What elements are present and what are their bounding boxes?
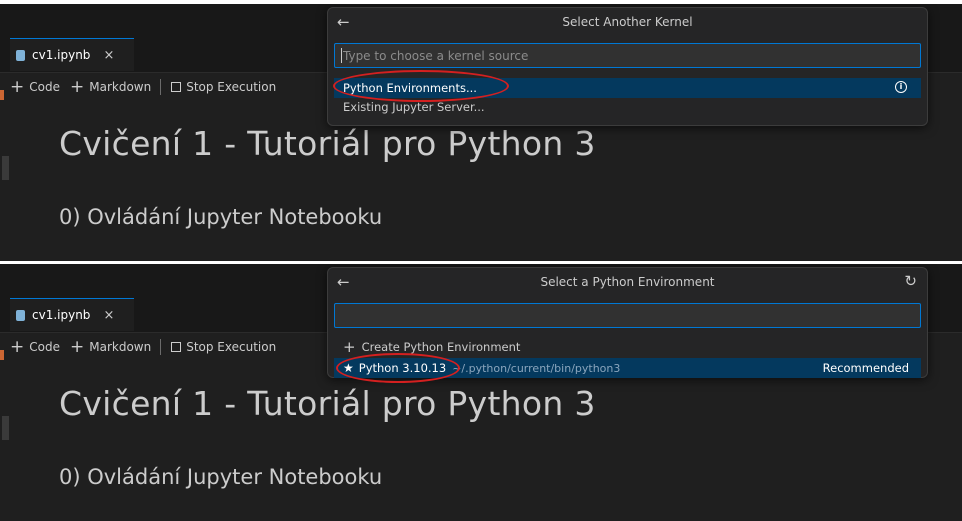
- notebook-subheading: 0) Ovládání Jupyter Notebooku: [59, 205, 383, 229]
- notebook-file-icon: [16, 309, 25, 321]
- star-icon: ★: [343, 361, 354, 375]
- notebook-toolbar: + Code + Markdown Stop Execution: [0, 72, 330, 102]
- tab-cv1-ipynb[interactable]: cv1.ipynb ×: [10, 298, 134, 331]
- stop-execution-button[interactable]: Stop Execution: [171, 340, 276, 354]
- stop-execution-button[interactable]: Stop Execution: [171, 80, 276, 94]
- notebook-heading: Cvičení 1 - Tutoriál pro Python 3: [59, 384, 596, 423]
- create-python-environment-item[interactable]: + Create Python Environment: [334, 337, 921, 357]
- plus-icon: +: [343, 337, 356, 356]
- notebook-file-icon: [16, 49, 25, 61]
- python-environments-label: Python Environments...: [343, 81, 477, 95]
- existing-jupyter-server-label: Existing Jupyter Server...: [343, 100, 485, 114]
- kernel-quick-pick: Select Another Kernel ← Python Environme…: [327, 7, 928, 126]
- back-arrow-icon[interactable]: ←: [337, 13, 350, 31]
- kernel-source-input[interactable]: [334, 43, 921, 68]
- tab-label: cv1.ipynb: [32, 48, 91, 62]
- add-markdown-label: Markdown: [89, 340, 152, 354]
- add-markdown-label: Markdown: [89, 80, 152, 94]
- plus-icon: +: [10, 76, 25, 97]
- stop-icon: [171, 342, 182, 352]
- cell-gutter-marker: [2, 156, 9, 180]
- close-icon[interactable]: ×: [103, 308, 114, 323]
- tab-label: cv1.ipynb: [32, 308, 91, 322]
- stop-execution-label: Stop Execution: [186, 340, 277, 354]
- close-icon[interactable]: ×: [103, 48, 114, 63]
- tab-cv1-ipynb[interactable]: cv1.ipynb ×: [10, 38, 134, 71]
- add-markdown-button[interactable]: + Markdown: [69, 336, 152, 357]
- notebook-heading: Cvičení 1 - Tutoriál pro Python 3: [59, 124, 596, 163]
- quick-pick-title: Select a Python Environment: [540, 275, 715, 289]
- add-code-button[interactable]: + Code: [10, 76, 60, 97]
- plus-icon: +: [69, 336, 85, 357]
- stop-icon: [171, 82, 182, 92]
- python-environments-item[interactable]: Python Environments... i: [334, 78, 921, 98]
- info-icon[interactable]: i: [895, 81, 907, 93]
- back-arrow-icon[interactable]: ←: [337, 273, 350, 291]
- python-env-name: Python 3.10.13: [358, 361, 447, 375]
- python-environment-quick-pick: Select a Python Environment ← ↻ + Create…: [327, 267, 928, 378]
- plus-icon: +: [10, 336, 25, 357]
- add-code-button[interactable]: + Code: [10, 336, 60, 357]
- create-python-environment-label: Create Python Environment: [361, 340, 521, 354]
- add-markdown-button[interactable]: + Markdown: [69, 76, 152, 97]
- notebook-subheading: 0) Ovládání Jupyter Notebooku: [59, 465, 383, 489]
- existing-jupyter-server-item[interactable]: Existing Jupyter Server...: [334, 97, 921, 117]
- recommended-badge: Recommended: [822, 361, 909, 375]
- python-env-item[interactable]: ★ Python 3.10.13 ~/.python/current/bin/p…: [334, 358, 921, 378]
- quick-pick-title: Select Another Kernel: [562, 15, 693, 29]
- text-cursor: [341, 48, 342, 63]
- toolbar-divider: [160, 79, 162, 95]
- add-code-label: Code: [29, 80, 60, 94]
- add-code-label: Code: [29, 340, 60, 354]
- panel-select-kernel: cv1.ipynb × + Code + Markdown Stop Execu…: [0, 4, 962, 261]
- cell-gutter-marker: [2, 416, 9, 440]
- notebook-toolbar: + Code + Markdown Stop Execution: [0, 332, 330, 362]
- environment-filter-input[interactable]: [334, 303, 921, 328]
- panel-select-python-environment: cv1.ipynb × + Code + Markdown Stop Execu…: [0, 264, 962, 521]
- toolbar-divider: [160, 339, 162, 355]
- stop-execution-label: Stop Execution: [186, 80, 277, 94]
- python-env-path: ~/.python/current/bin/python3: [452, 361, 621, 375]
- plus-icon: +: [69, 76, 85, 97]
- refresh-icon[interactable]: ↻: [904, 272, 917, 290]
